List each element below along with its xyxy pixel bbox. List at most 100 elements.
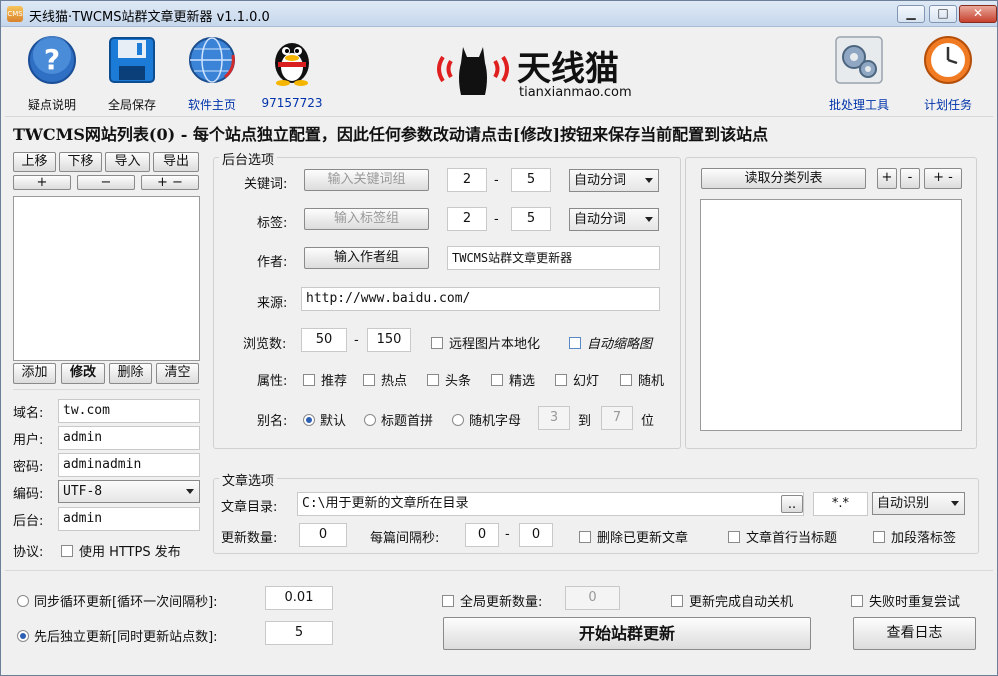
file-pattern-input[interactable]: *.* xyxy=(813,492,868,516)
read-categories-button[interactable]: 读取分类列表 xyxy=(701,168,866,189)
app-icon: CMS xyxy=(7,6,23,22)
checkbox-icon xyxy=(491,374,503,386)
views-min-input[interactable]: 50 xyxy=(301,328,347,352)
retry-checkbox[interactable]: 失败时重复尝试 xyxy=(851,591,960,610)
site-listbox[interactable] xyxy=(13,196,200,361)
add-site-button[interactable]: 添加 xyxy=(13,363,56,384)
checkbox-icon xyxy=(851,595,863,607)
close-button[interactable]: ✕ xyxy=(959,5,997,23)
alias-label: 别名: xyxy=(257,414,288,429)
clear-sites-button[interactable]: 清空 xyxy=(156,363,199,384)
views-max-input[interactable]: 150 xyxy=(367,328,411,352)
tags-mode-select[interactable]: 自动分词 xyxy=(569,208,659,231)
help-tool[interactable]: ? 疑点说明 xyxy=(17,33,87,113)
interval-min-input[interactable]: 0 xyxy=(465,523,499,547)
chevron-down-icon xyxy=(645,217,653,222)
attr-label: 头条 xyxy=(445,374,472,389)
alias-random-radio[interactable]: 随机字母 xyxy=(452,410,521,429)
delete-site-button[interactable]: 删除 xyxy=(109,363,152,384)
domain-label: 域名: xyxy=(13,406,44,421)
encoding-select[interactable]: UTF-8 xyxy=(58,480,200,503)
author-input[interactable]: TWCMS站群文章更新器 xyxy=(447,246,660,270)
backend-input[interactable]: admin xyxy=(58,507,200,531)
article-dir-input[interactable]: C:\用于更新的文章所在目录 xyxy=(297,492,804,516)
sequential-radio[interactable]: 先后独立更新[同时更新站点数]: xyxy=(17,626,218,645)
auto-shutdown-checkbox[interactable]: 更新完成自动关机 xyxy=(671,591,793,610)
author-input-button[interactable]: 输入作者组 xyxy=(304,247,429,269)
global-count-checkbox[interactable]: 全局更新数量: xyxy=(442,591,542,610)
alias-max-input[interactable]: 7 xyxy=(601,406,633,430)
delete-updated-checkbox[interactable]: 删除已更新文章 xyxy=(579,527,688,546)
alias-min-input[interactable]: 3 xyxy=(538,406,570,430)
global-count-input[interactable]: 0 xyxy=(565,586,620,610)
keywords-input-button[interactable]: 输入关键词组 xyxy=(304,169,429,191)
update-count-input[interactable]: 0 xyxy=(299,523,347,547)
chevron-down-icon xyxy=(645,178,653,183)
qq-label: 97157723 xyxy=(261,96,323,110)
localize-images-checkbox[interactable]: 远程图片本地化 xyxy=(431,333,540,352)
domain-input[interactable]: tw.com xyxy=(58,399,200,423)
brand-domain: tianxianmao.com xyxy=(519,85,632,100)
attr-random-checkbox[interactable]: 随机 xyxy=(620,370,664,389)
attr-headline-checkbox[interactable]: 头条 xyxy=(427,370,471,389)
user-input[interactable]: admin xyxy=(58,426,200,450)
first-line-title-label: 文章首行当标题 xyxy=(746,531,838,546)
minimize-button[interactable]: ▁ xyxy=(897,5,925,23)
category-plus-minus-button[interactable]: + - xyxy=(924,168,962,189)
password-input[interactable]: adminadmin xyxy=(58,453,200,477)
edit-site-button[interactable]: 修改 xyxy=(61,363,105,384)
interval-max-input[interactable]: 0 xyxy=(519,523,553,547)
clock-icon xyxy=(924,36,972,84)
keywords-min-input[interactable]: 2 xyxy=(447,168,487,192)
list-minus-button[interactable]: − xyxy=(77,175,135,190)
view-log-button[interactable]: 查看日志 xyxy=(853,617,976,650)
global-count-label: 全局更新数量: xyxy=(460,595,543,610)
attributes-label: 属性: xyxy=(257,374,288,389)
qq-tool[interactable]: 97157723 xyxy=(257,33,327,110)
sync-loop-radio[interactable]: 同步循环更新[循环一次间隔秒]: xyxy=(17,591,218,610)
schedule-tool[interactable]: 计划任务 xyxy=(913,33,983,113)
category-minus-button[interactable]: - xyxy=(900,168,920,189)
svg-text:?: ? xyxy=(44,43,60,76)
list-plus-minus-button[interactable]: + − xyxy=(141,175,199,190)
keywords-max-input[interactable]: 5 xyxy=(511,168,551,192)
category-listbox[interactable] xyxy=(700,199,962,431)
move-down-button[interactable]: 下移 xyxy=(59,152,102,172)
https-checkbox[interactable]: 使用 HTTPS 发布 xyxy=(61,541,181,560)
toolbar: ? 疑点说明 全局保存 软件主页 97157723 天线猫 tianxianma… xyxy=(1,27,997,115)
sync-interval-input[interactable]: 0.01 xyxy=(265,586,333,610)
attr-recommend-checkbox[interactable]: 推荐 xyxy=(303,370,347,389)
maximize-button[interactable]: □ xyxy=(929,5,957,23)
save-all-tool[interactable]: 全局保存 xyxy=(97,33,167,113)
list-plus-button[interactable]: + xyxy=(13,175,71,190)
attr-slideshow-checkbox[interactable]: 幻灯 xyxy=(555,370,599,389)
attr-hot-checkbox[interactable]: 热点 xyxy=(363,370,407,389)
export-button[interactable]: 导出 xyxy=(153,152,199,172)
attr-label: 热点 xyxy=(381,374,408,389)
attr-featured-checkbox[interactable]: 精选 xyxy=(491,370,535,389)
move-up-button[interactable]: 上移 xyxy=(13,152,56,172)
alias-default-radio[interactable]: 默认 xyxy=(303,410,346,429)
radio-icon xyxy=(364,414,376,426)
keywords-mode-select[interactable]: 自动分词 xyxy=(569,169,659,192)
tags-input-button[interactable]: 输入标签组 xyxy=(304,208,429,230)
batch-tool[interactable]: 批处理工具 xyxy=(824,33,894,113)
start-update-button[interactable]: 开始站群更新 xyxy=(443,617,811,650)
category-plus-button[interactable]: + xyxy=(877,168,897,189)
auto-thumb-checkbox[interactable]: 自动缩略图 xyxy=(569,333,652,352)
chevron-down-icon xyxy=(186,489,194,494)
first-line-title-checkbox[interactable]: 文章首行当标题 xyxy=(728,527,837,546)
alias-random-label: 随机字母 xyxy=(469,414,522,429)
import-button[interactable]: 导入 xyxy=(105,152,150,172)
source-input[interactable]: http://www.baidu.com/ xyxy=(301,287,660,311)
add-paragraph-checkbox[interactable]: 加段落标签 xyxy=(873,527,956,546)
tags-max-input[interactable]: 5 xyxy=(511,207,551,231)
homepage-tool[interactable]: 软件主页 xyxy=(177,33,247,113)
alias-pinyin-radio[interactable]: 标题首拼 xyxy=(364,410,433,429)
tags-min-input[interactable]: 2 xyxy=(447,207,487,231)
checkbox-icon xyxy=(620,374,632,386)
concurrent-sites-input[interactable]: 5 xyxy=(265,621,333,645)
browse-dir-button[interactable]: .. xyxy=(781,495,803,513)
encoding-detect-select[interactable]: 自动识别 xyxy=(872,492,965,515)
source-label: 来源: xyxy=(257,296,288,311)
